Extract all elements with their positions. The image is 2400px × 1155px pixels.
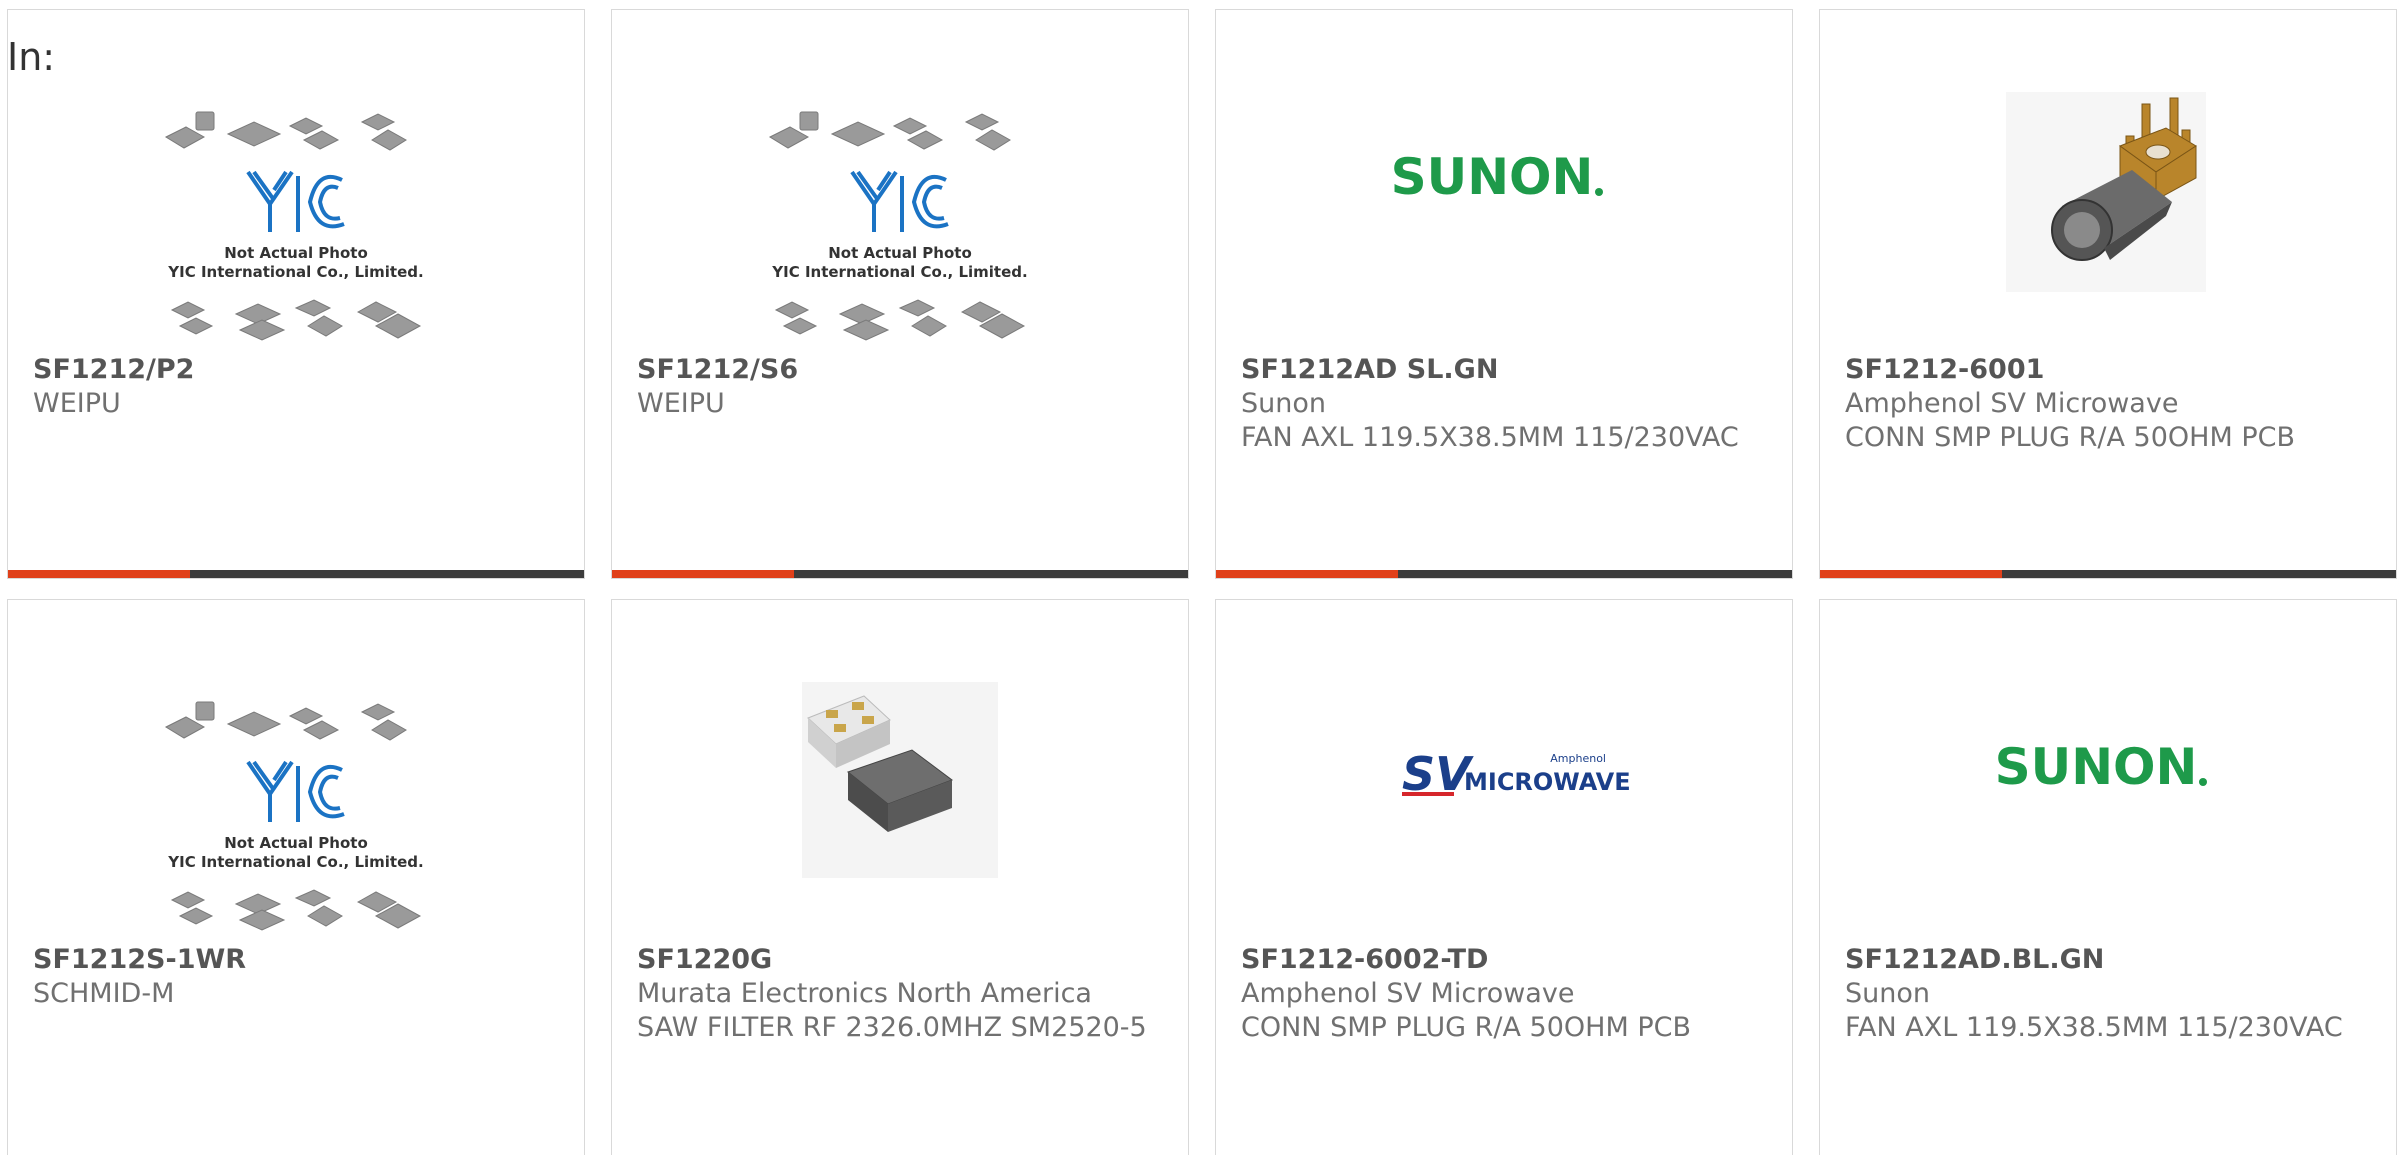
part-number-link[interactable]: SF1212-6002-TD xyxy=(1241,943,1772,977)
placeholder-caption-1: Not Actual Photo xyxy=(224,834,368,852)
card-footer-bar xyxy=(1820,570,2396,578)
sunon-logo-image: SUNON xyxy=(1216,82,1792,352)
placeholder-caption-2: YIC International Co., Limited. xyxy=(167,853,423,871)
product-info: SF1212AD.BL.GN Sunon FAN AXL 119.5X38.5M… xyxy=(1845,943,2376,1045)
manufacturer: Sunon xyxy=(1845,978,1930,1009)
product-card[interactable]: SF1212-6001 Amphenol SV Microwave CONN S… xyxy=(1819,9,2397,579)
product-grid-page: In: Not Actual Photo YIC International C… xyxy=(0,0,2400,1155)
description: SAW FILTER RF 2326.0MHZ SM2520-5 xyxy=(637,1012,1147,1043)
product-card[interactable]: Not Actual Photo YIC International Co., … xyxy=(7,599,585,1155)
product-info: SF1212/P2 WEIPU xyxy=(33,353,564,421)
sv-microwave-text: MICROWAVE xyxy=(1464,768,1631,796)
saw-filter-image xyxy=(612,672,1188,942)
product-info: SF1220G Murata Electronics North America… xyxy=(637,943,1168,1045)
description: FAN AXL 119.5X38.5MM 115/230VAC xyxy=(1845,1012,2343,1043)
part-number-link[interactable]: SF1212/P2 xyxy=(33,353,564,387)
product-image-placeholder: Not Actual Photo YIC International Co., … xyxy=(8,82,584,352)
product-card[interactable]: SUNON SF1212AD.BL.GN Sunon FAN AXL 119.5… xyxy=(1819,599,2397,1155)
product-info: SF1212/S6 WEIPU xyxy=(637,353,1168,421)
manufacturer: Sunon xyxy=(1241,388,1326,419)
placeholder-caption-2: YIC International Co., Limited. xyxy=(771,263,1027,281)
product-info: SF1212S-1WR SCHMID-M xyxy=(33,943,564,1011)
description: FAN AXL 119.5X38.5MM 115/230VAC xyxy=(1241,422,1739,453)
sv-microwave-logo-image: SV MICROWAVE Amphenol xyxy=(1216,672,1792,942)
filter-label: In: xyxy=(7,35,56,79)
part-number-link[interactable]: SF1212AD SL.GN xyxy=(1241,353,1772,387)
product-info: SF1212-6002-TD Amphenol SV Microwave CON… xyxy=(1241,943,1772,1045)
card-footer-bar xyxy=(612,570,1188,578)
part-number-link[interactable]: SF1212-6001 xyxy=(1845,353,2376,387)
sunon-logo-image: SUNON xyxy=(1820,672,2396,942)
product-card[interactable]: Not Actual Photo YIC International Co., … xyxy=(611,9,1189,579)
part-number-link[interactable]: SF1212/S6 xyxy=(637,353,1168,387)
card-footer-accent xyxy=(612,570,794,578)
part-number-link[interactable]: SF1212AD.BL.GN xyxy=(1845,943,2376,977)
placeholder-caption-2: YIC International Co., Limited. xyxy=(167,263,423,281)
rf-connector-image xyxy=(1820,82,2396,352)
product-image-placeholder: Not Actual Photo YIC International Co., … xyxy=(8,672,584,942)
manufacturer: Amphenol SV Microwave xyxy=(1845,388,2179,419)
product-info: SF1212AD SL.GN Sunon FAN AXL 119.5X38.5M… xyxy=(1241,353,1772,455)
placeholder-caption-1: Not Actual Photo xyxy=(224,244,368,262)
part-number-link[interactable]: SF1220G xyxy=(637,943,1168,977)
description: CONN SMP PLUG R/A 50OHM PCB xyxy=(1845,422,2295,453)
product-card[interactable]: SF1220G Murata Electronics North America… xyxy=(611,599,1189,1155)
card-footer-accent xyxy=(8,570,190,578)
product-info: SF1212-6001 Amphenol SV Microwave CONN S… xyxy=(1845,353,2376,455)
manufacturer: Murata Electronics North America xyxy=(637,978,1092,1009)
sunon-logo-text: SUNON xyxy=(1391,148,1594,206)
sv-amphenol-text: Amphenol xyxy=(1550,752,1606,765)
manufacturer: Amphenol SV Microwave xyxy=(1241,978,1575,1009)
manufacturer: WEIPU xyxy=(33,388,121,419)
manufacturer: WEIPU xyxy=(637,388,725,419)
sunon-logo-text: SUNON xyxy=(1995,738,2198,796)
part-number-link[interactable]: SF1212S-1WR xyxy=(33,943,564,977)
product-card[interactable]: Not Actual Photo YIC International Co., … xyxy=(7,9,585,579)
card-footer-accent xyxy=(1216,570,1398,578)
card-footer-accent xyxy=(1820,570,2002,578)
card-footer-bar xyxy=(8,570,584,578)
card-footer-bar xyxy=(1216,570,1792,578)
product-image-placeholder: Not Actual Photo YIC International Co., … xyxy=(612,82,1188,352)
manufacturer: SCHMID-M xyxy=(33,978,175,1009)
description: CONN SMP PLUG R/A 50OHM PCB xyxy=(1241,1012,1691,1043)
placeholder-caption-1: Not Actual Photo xyxy=(828,244,972,262)
product-card[interactable]: SUNON SF1212AD SL.GN Sunon FAN AXL 119.5… xyxy=(1215,9,1793,579)
product-card[interactable]: SV MICROWAVE Amphenol SF1212-6002-TD Amp… xyxy=(1215,599,1793,1155)
